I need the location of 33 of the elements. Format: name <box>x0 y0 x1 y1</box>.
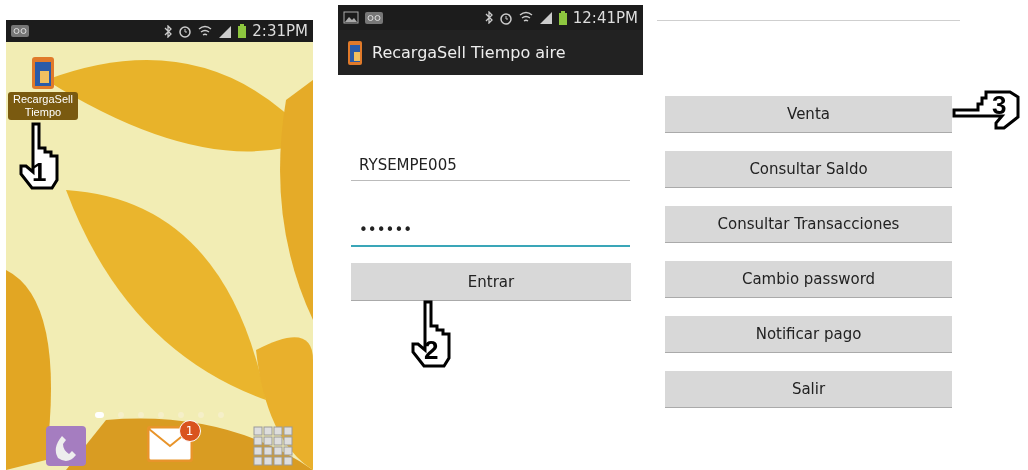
app-icon <box>348 40 362 65</box>
bluetooth-icon <box>164 24 173 38</box>
alarm-clock-icon <box>178 24 193 38</box>
voicemail-icon <box>365 11 383 24</box>
step-number: 2 <box>424 335 439 366</box>
image-icon <box>343 11 359 24</box>
bluetooth-icon <box>484 11 493 24</box>
wifi-icon <box>198 24 213 38</box>
text-field[interactable]: RYSEMPE005 <box>351 150 630 181</box>
voicemail-icon <box>11 25 29 37</box>
menu-button[interactable]: Salir <box>665 371 952 408</box>
app-label[interactable]: RecargaSell Tiempo <box>8 92 78 120</box>
battery-icon <box>558 10 567 25</box>
status-time: 12:41PM <box>572 8 638 27</box>
mail-icon[interactable] <box>146 426 193 462</box>
phone-icon[interactable] <box>46 426 86 466</box>
step-number: 1 <box>32 157 47 188</box>
status-time: 2:31PM <box>252 22 308 40</box>
menu-button[interactable]: Notificar pago <box>665 316 952 353</box>
app-title: RecargaSell Tiempo aire <box>372 43 566 62</box>
text-field[interactable]: •••••• <box>351 215 630 247</box>
app-icon[interactable] <box>32 57 54 89</box>
battery-icon <box>238 24 247 38</box>
signal-icon <box>538 11 553 24</box>
login-button[interactable]: Entrar <box>351 263 631 301</box>
step-number: 3 <box>992 90 1007 121</box>
menu-button[interactable]: Cambio password <box>665 261 952 298</box>
menu-button[interactable]: Consultar Transacciones <box>665 206 952 243</box>
menu-button[interactable]: Consultar Saldo <box>665 151 952 188</box>
menu-button[interactable]: Venta <box>665 96 952 133</box>
alarm-clock-icon <box>498 10 513 25</box>
signal-icon <box>218 24 233 38</box>
wifi-icon <box>518 11 533 24</box>
